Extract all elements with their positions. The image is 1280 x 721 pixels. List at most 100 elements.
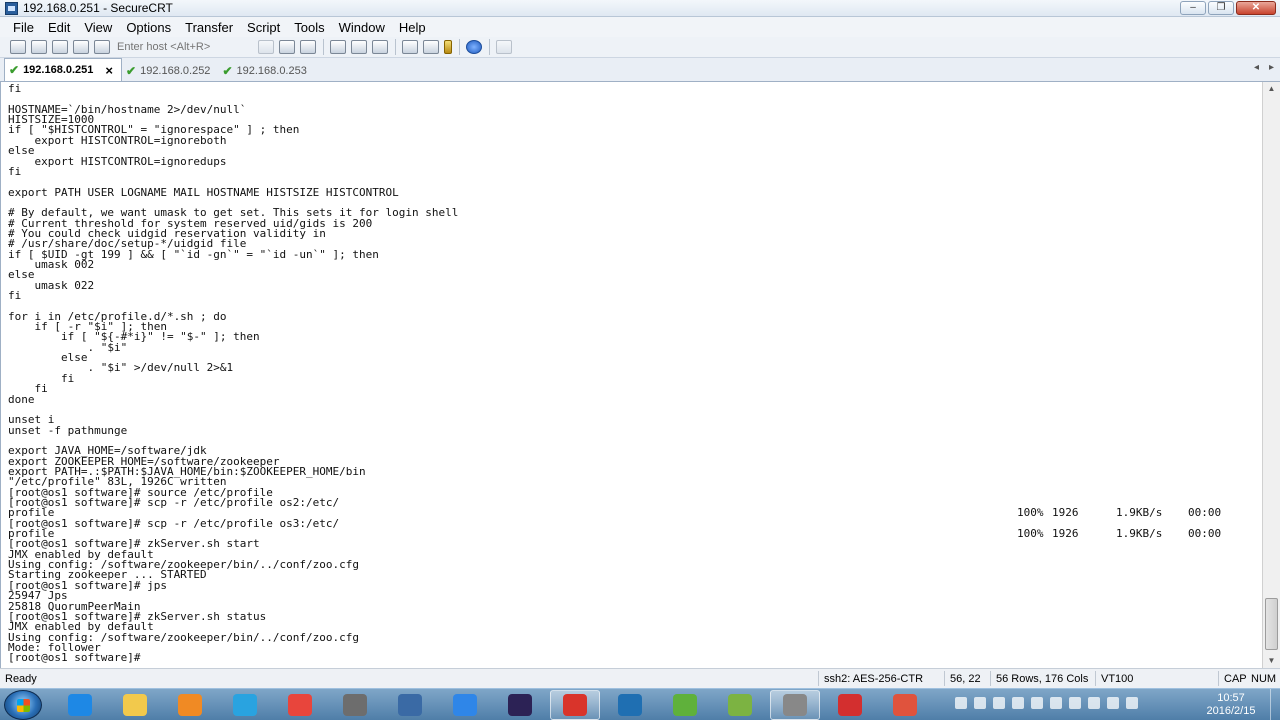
maximize-button[interactable]: ❐ [1208,1,1234,15]
tray-windows-icon[interactable] [1012,697,1024,709]
vertical-scrollbar[interactable]: ▲ ▼ [1262,82,1280,668]
transfer-time: 00:00 [1188,506,1222,520]
tray-app-icon[interactable] [974,697,986,709]
transfer-time: 00:00 [1188,527,1222,541]
windows-taskbar: 10:57 2016/2/15 [0,688,1280,721]
quick-connect-icon[interactable] [31,40,47,54]
check-icon: ✔ [9,63,20,77]
tab-prev-icon[interactable]: ◂ [1254,62,1259,73]
scroll-down-icon[interactable]: ▼ [1263,654,1280,668]
print-screen-icon[interactable] [372,40,388,54]
tray-antivirus-icon[interactable] [1031,697,1043,709]
find-icon[interactable] [300,40,316,54]
global-options-icon[interactable] [423,40,439,54]
tray-keyboard-icon[interactable] [955,697,967,709]
remote-tool-icon [398,694,422,716]
clock-time: 10:57 [1217,692,1245,704]
tab-192-168-0-253[interactable]: ✔ 192.168.0.253 [218,60,314,81]
mindmap-app-icon [728,694,752,716]
tab-navigation: ◂ ▸ [1254,62,1274,73]
securecrt-active-icon [783,694,807,716]
feather-app-icon [453,694,477,716]
transfer-rate: 1.9KB/s [1116,527,1163,541]
sftp-icon[interactable] [496,40,512,54]
taskbar-file-explorer-button[interactable] [110,690,160,720]
scroll-up-icon[interactable]: ▲ [1263,82,1280,96]
pycharm-icon [673,694,697,716]
session-tab-bar: ✔ 192.168.0.251 × ✔ 192.168.0.252 ✔ 192.… [0,58,1280,82]
terminal-line: [root@os1 software]# scp -r /etc/profile… [8,516,340,530]
menu-edit[interactable]: Edit [41,20,77,35]
minimize-button[interactable]: – [1180,1,1206,15]
session-options-icon[interactable] [402,40,418,54]
disconnect-icon[interactable] [94,40,110,54]
status-divider [944,671,945,686]
toolbar-separator [459,39,460,55]
terminal-line: unset -f pathmunge [8,423,128,437]
close-tab-icon[interactable]: × [105,63,113,78]
taskbar-mindmap-app-button[interactable] [715,690,765,720]
terminal-line: fi [8,82,22,95]
connect-icon[interactable] [10,40,26,54]
show-desktop-button[interactable] [1270,689,1280,721]
virtualbox-icon [618,694,642,716]
tab-192-168-0-251[interactable]: ✔ 192.168.0.251 × [4,58,123,81]
menu-script[interactable]: Script [240,20,287,35]
print-icon[interactable] [330,40,346,54]
connect-in-tab-icon[interactable] [52,40,68,54]
taskbar-feather-app-button[interactable] [440,690,490,720]
reconnect-icon[interactable] [73,40,89,54]
menu-help[interactable]: Help [392,20,433,35]
paste-icon[interactable] [279,40,295,54]
taskbar-filezilla-button[interactable] [550,690,600,720]
menu-file[interactable]: File [6,20,41,35]
tray-chat-icon[interactable] [1050,697,1062,709]
close-button[interactable]: ✕ [1236,1,1276,15]
terminal-line: export HISTCONTROL=ignoreboth [8,133,227,147]
taskbar-network-app-button[interactable] [220,690,270,720]
media-player-icon [178,694,202,716]
tray-qq-icon[interactable] [1069,697,1081,709]
taskbar-remote-tool-button[interactable] [385,690,435,720]
print-selection-icon[interactable] [351,40,367,54]
tab-next-icon[interactable]: ▸ [1269,62,1274,73]
securecrt-app-icon [5,1,18,15]
tab-192-168-0-252[interactable]: ✔ 192.168.0.252 [122,60,218,81]
chrome-icon [288,694,312,716]
help-icon[interactable] [466,40,482,54]
taskbar-clock[interactable]: 10:57 2016/2/15 [1196,692,1266,718]
taskbar-pycharm-button[interactable] [660,690,710,720]
window-controls: – ❐ ✕ [1180,1,1276,15]
menu-tools[interactable]: Tools [287,20,331,35]
copy-icon[interactable] [258,40,274,54]
start-button[interactable] [4,690,42,720]
taskbar-virtualbox-button[interactable] [605,690,655,720]
menu-options[interactable]: Options [119,20,178,35]
taskbar-transfer-app-button[interactable] [880,690,930,720]
status-divider [1095,671,1096,686]
tray-shield-icon[interactable] [993,697,1005,709]
tray-display-icon[interactable] [1107,697,1119,709]
taskbar-xmind-button[interactable] [825,690,875,720]
taskbar-securecrt-active-button[interactable] [770,690,820,720]
toolbar [0,37,1280,58]
menu-view[interactable]: View [77,20,119,35]
taskbar-media-player-button[interactable] [165,690,215,720]
taskbar-internet-explorer-button[interactable] [55,690,105,720]
enter-host-input[interactable] [115,39,250,55]
taskbar-eclipse-button[interactable] [495,690,545,720]
key-icon[interactable] [444,40,452,54]
internet-explorer-icon [68,694,92,716]
taskbar-securecrt-button[interactable] [330,690,380,720]
menu-transfer[interactable]: Transfer [178,20,240,35]
tray-volume-icon[interactable] [1126,697,1138,709]
clock-date: 2016/2/15 [1206,705,1256,717]
status-cursor-position: 56, 22 [950,673,981,685]
terminal-line: done [8,392,35,406]
status-divider [1218,671,1219,686]
tray-network-icon[interactable] [1088,697,1100,709]
scrollbar-thumb[interactable] [1265,598,1278,650]
taskbar-chrome-button[interactable] [275,690,325,720]
menu-window[interactable]: Window [332,20,392,35]
terminal-screen[interactable]: fi HOSTNAME=`/bin/hostname 2>/dev/null` HI… [0,82,1262,668]
